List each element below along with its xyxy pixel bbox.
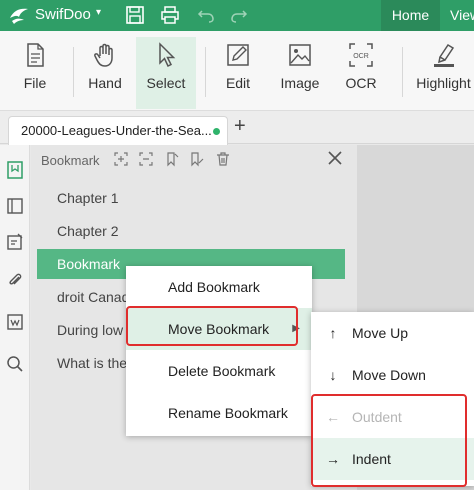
- move-bookmark-label: Move Bookmark: [168, 321, 270, 337]
- add-bookmark-menu-item[interactable]: Add Bookmark: [126, 266, 312, 308]
- bookmark-panel-title: Bookmark: [41, 153, 100, 168]
- add-tab-button[interactable]: +: [234, 115, 246, 138]
- hand-label: Hand: [88, 75, 122, 91]
- attachment-icon[interactable]: [6, 271, 24, 289]
- undo-icon[interactable]: [196, 5, 216, 25]
- move-up-label: Move Up: [352, 325, 409, 341]
- highlight-label: Highlight: [416, 75, 471, 91]
- ocr-button[interactable]: OCR OCR: [338, 37, 384, 109]
- move-bookmark-menu-item[interactable]: Move Bookmark ▶: [126, 308, 312, 350]
- close-panel-icon[interactable]: [326, 149, 344, 167]
- submenu-arrow-icon: ▶: [292, 323, 300, 334]
- add-bookmark-icon[interactable]: [164, 151, 180, 167]
- delete-bookmark-icon[interactable]: [215, 151, 231, 167]
- rename-bookmark-label: Rename Bookmark: [168, 405, 288, 421]
- hand-icon: [94, 43, 113, 67]
- indent-menu-item[interactable]: → Indent: [311, 438, 474, 480]
- outdent-label: Outdent: [352, 409, 402, 425]
- app-menu-caret-icon[interactable]: ▾: [96, 7, 101, 18]
- thumbnail-panel-icon[interactable]: [6, 197, 24, 215]
- image-icon: [289, 44, 311, 66]
- hand-button[interactable]: Hand: [80, 37, 130, 109]
- unsaved-dot-icon: [213, 128, 220, 135]
- image-label: Image: [280, 75, 320, 91]
- title-bar: SwifDoo ▾ Home View: [0, 0, 474, 31]
- document-tab-title: 20000-Leagues-Under-the-Sea...: [21, 123, 212, 138]
- arrow-down-icon: ↓: [329, 367, 337, 383]
- delete-bookmark-label: Delete Bookmark: [168, 363, 276, 379]
- move-down-label: Move Down: [352, 367, 426, 383]
- edit-bookmark-icon[interactable]: [189, 151, 205, 167]
- move-up-menu-item[interactable]: ↑ Move Up: [311, 312, 474, 354]
- delete-bookmark-menu-item[interactable]: Delete Bookmark: [126, 350, 312, 392]
- move-down-menu-item[interactable]: ↓ Move Down: [311, 354, 474, 396]
- arrow-right-icon: →: [326, 451, 340, 467]
- ribbon-toolbar: File Hand Select Edit Image OCR OCR High…: [0, 31, 474, 111]
- bookmark-panel-icon[interactable]: [6, 161, 24, 179]
- ocr-label: OCR: [345, 75, 377, 91]
- app-name: SwifDoo: [35, 6, 91, 23]
- highlight-button[interactable]: Highlight: [413, 37, 474, 109]
- file-icon: [27, 43, 44, 67]
- print-icon[interactable]: [160, 5, 180, 25]
- ribbon-divider: [73, 47, 74, 97]
- expand-all-icon[interactable]: [113, 151, 129, 167]
- tab-home[interactable]: Home: [381, 0, 440, 31]
- file-label: File: [23, 75, 47, 91]
- rename-bookmark-menu-item[interactable]: Rename Bookmark: [126, 392, 312, 434]
- document-tab-bar: 20000-Leagues-Under-the-Sea... +: [0, 111, 474, 145]
- file-button[interactable]: File: [10, 37, 60, 109]
- add-bookmark-label: Add Bookmark: [168, 279, 260, 295]
- outdent-menu-item: ← Outdent: [311, 396, 474, 438]
- move-bookmark-submenu: ↑ Move Up ↓ Move Down ← Outdent → Indent: [311, 312, 474, 486]
- signature-panel-icon[interactable]: [6, 313, 24, 331]
- search-icon[interactable]: [6, 355, 24, 373]
- ocr-icon: OCR: [349, 43, 373, 67]
- bookmark-context-menu: Add Bookmark Move Bookmark ▶ Delete Book…: [126, 266, 312, 436]
- arrow-up-icon: ↑: [329, 325, 337, 341]
- bookmark-item[interactable]: Chapter 1: [37, 183, 345, 213]
- tab-view[interactable]: View: [450, 0, 474, 31]
- ribbon-divider: [205, 47, 206, 97]
- edit-button[interactable]: Edit: [213, 37, 263, 109]
- highlighter-icon: [433, 43, 454, 67]
- collapse-all-icon[interactable]: [138, 151, 154, 167]
- select-button[interactable]: Select: [136, 37, 196, 109]
- save-icon[interactable]: [125, 5, 145, 25]
- ocr-icon-text: OCR: [353, 53, 369, 60]
- ribbon-divider: [402, 47, 403, 97]
- cursor-icon: [159, 42, 176, 68]
- swifdoo-logo-icon: [10, 8, 28, 24]
- image-button[interactable]: Image: [274, 37, 326, 109]
- arrow-left-icon: ←: [326, 409, 340, 425]
- edit-icon: [227, 44, 249, 66]
- edit-label: Edit: [225, 75, 251, 91]
- redo-icon[interactable]: [229, 5, 249, 25]
- bookmark-item[interactable]: Chapter 2: [37, 216, 345, 246]
- document-tab[interactable]: 20000-Leagues-Under-the-Sea...: [8, 116, 228, 145]
- annotation-panel-icon[interactable]: [6, 233, 24, 251]
- left-sidebar-rail: [0, 145, 30, 490]
- indent-label: Indent: [352, 451, 391, 467]
- select-label: Select: [146, 75, 186, 91]
